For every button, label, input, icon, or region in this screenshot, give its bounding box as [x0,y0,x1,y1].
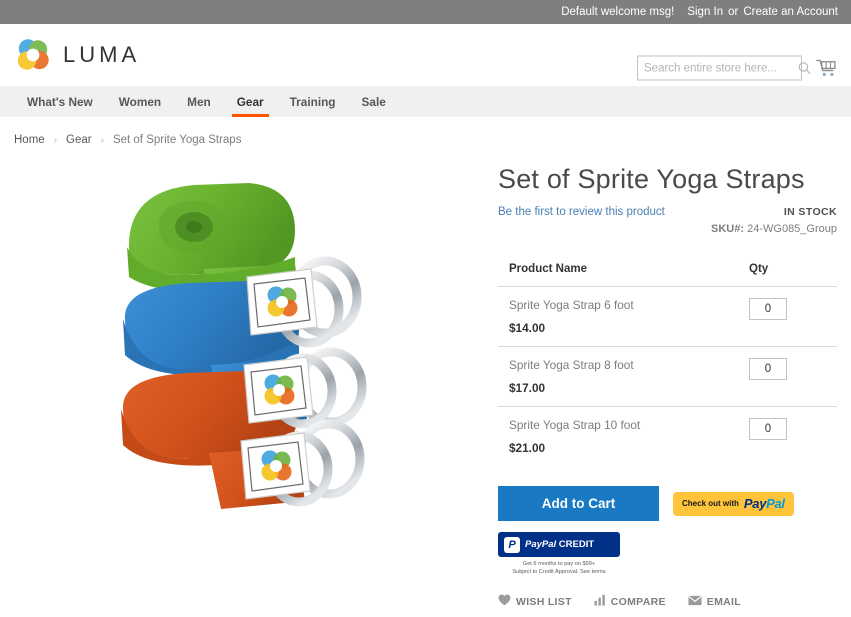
product-gallery[interactable] [14,154,484,539]
site-header: LUMA [0,24,851,86]
paypal-logo-icon: P [504,536,520,553]
breadcrumb-separator-icon: › [53,134,58,146]
nav-item-men[interactable]: Men [174,86,224,117]
review-and-stock-row: Be the first to review this product IN S… [498,206,837,235]
welcome-message: Default welcome msg! [561,6,675,18]
product-main: Set of Sprite Yoga Straps Be the first t… [0,146,851,609]
nav-item-sale[interactable]: Sale [349,86,399,117]
breadcrumb-home[interactable]: Home [14,134,45,146]
quantity-stepper[interactable] [749,298,787,321]
compare-label: COMPARE [610,595,666,608]
email-label: EMAIL [706,595,741,608]
product-image[interactable] [99,169,399,524]
paypal-word-pal: Pal [766,496,785,512]
paypal-credit-fineprint-line2: Subject to Credit Approval. See terms [512,569,606,576]
logo[interactable]: LUMA [14,36,140,74]
nav-item-women[interactable]: Women [106,86,174,117]
paypal-credit-fineprint-line1: Get 6 months to pay on $99+ [522,561,596,568]
nav-item-whats-new[interactable]: What's New [14,86,106,117]
product-cell: Sprite Yoga Strap 6 foot $14.00 [498,286,749,348]
table-row: Sprite Yoga Strap 8 foot $17.00 [498,346,837,408]
product-info: Set of Sprite Yoga Straps Be the first t… [484,154,837,609]
email-to-friend-link[interactable]: EMAIL [688,595,741,609]
product-cell: Sprite Yoga Strap 10 foot $21.00 [498,407,749,467]
product-price: $17.00 [509,381,546,396]
top-panel: Default welcome msg! Sign In or Create a… [0,0,851,24]
create-account-link[interactable]: Create an Account [743,6,838,18]
column-header-product-name: Product Name [498,263,749,288]
breadcrumb-gear[interactable]: Gear [66,134,92,146]
quantity-stepper[interactable] [749,418,787,441]
paypal-credit-brand: PayPal [525,539,557,551]
wishlist-label: WISH LIST [516,595,572,608]
write-review-link[interactable]: Be the first to review this product [498,206,665,218]
sku-value: 24-WG085_Group [747,223,837,236]
add-to-compare-link[interactable]: COMPARE [594,594,666,609]
stock-block: IN STOCK SKU#: 24-WG085_Group [711,206,837,235]
search-icon[interactable] [798,62,811,75]
secondary-product-links: WISH LIST COMPARE EMAIL [498,594,837,609]
table-header-row: Product Name Qty [498,263,837,288]
qty-cell [749,286,837,348]
main-navigation: What's New Women Men Gear Training Sale [0,86,851,118]
column-header-qty: Qty [749,263,837,288]
paypal-word-pay: Pay [743,496,767,512]
grouped-products-table: Product Name Qty Sprite Yoga Strap 6 foo… [498,263,837,466]
table-row: Sprite Yoga Strap 6 foot $14.00 [498,286,837,348]
search-input[interactable] [644,62,798,74]
sku-label: SKU#: [711,223,745,236]
breadcrumb: Home › Gear › Set of Sprite Yoga Straps [0,118,851,146]
breadcrumb-current: Set of Sprite Yoga Straps [112,134,242,146]
table-row: Sprite Yoga Strap 10 foot $21.00 [498,407,837,467]
product-price: $21.00 [509,441,546,456]
paypal-credit-word: CREDIT [556,539,595,551]
qty-cell [749,346,837,408]
or-separator: or [728,6,739,18]
add-to-wishlist-link[interactable]: WISH LIST [498,594,572,609]
sku-row: SKU#: 24-WG085_Group [711,223,837,235]
header-right [637,55,837,81]
nav-item-training[interactable]: Training [277,86,349,117]
envelope-icon [688,595,702,609]
page-title: Set of Sprite Yoga Straps [498,164,805,194]
search-box[interactable] [637,55,811,81]
brand-name: LUMA [63,42,141,67]
sign-in-link[interactable]: Sign In [687,6,723,18]
paypal-credit-wordmark: PayPal CREDIT [525,539,594,550]
shopping-cart-icon[interactable] [816,58,837,78]
heart-icon [498,594,511,609]
product-actions: Add to Cart Check out with PayPal [498,486,837,522]
paypal-checkout-label: Check out with [682,499,739,509]
paypal-credit-banner[interactable]: P PayPal CREDIT [498,532,620,558]
quantity-stepper[interactable] [749,358,787,381]
qty-cell [749,407,837,467]
paypal-checkout-button[interactable]: Check out with PayPal [673,491,794,516]
product-name: Sprite Yoga Strap 8 foot [509,358,634,373]
product-name: Sprite Yoga Strap 6 foot [509,298,634,313]
paypal-credit-fineprint: Get 6 months to pay on $99+ Subject to C… [498,560,620,576]
bar-chart-icon [594,594,606,609]
add-to-cart-button[interactable]: Add to Cart [498,486,659,522]
nav-item-gear[interactable]: Gear [224,86,277,117]
breadcrumb-separator-icon: › [100,134,104,146]
product-price: $14.00 [509,321,546,336]
product-name: Sprite Yoga Strap 10 foot [509,418,641,433]
status-badge: IN STOCK [783,206,837,219]
paypal-credit-block[interactable]: P PayPal CREDIT Get 6 months to pay on $… [498,532,620,576]
luma-logo-icon [14,36,52,74]
product-cell: Sprite Yoga Strap 8 foot $17.00 [498,346,749,408]
paypal-wordmark: PayPal [744,496,785,511]
